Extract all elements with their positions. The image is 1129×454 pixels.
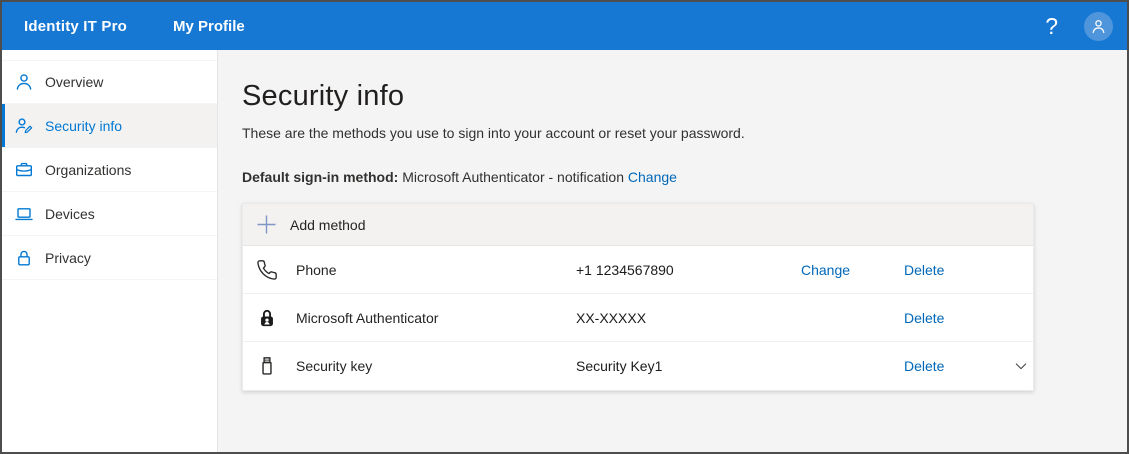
- topbar-right: ?: [1041, 11, 1113, 41]
- phone-delete-link[interactable]: Delete: [904, 262, 1009, 278]
- sidebar-item-security-info[interactable]: Security info: [2, 104, 217, 148]
- security-key-delete-link[interactable]: Delete: [904, 358, 1009, 374]
- method-row-authenticator: Microsoft Authenticator XX-XXXXX Delete: [243, 294, 1033, 342]
- method-name: Phone: [296, 261, 337, 278]
- sidebar-item-organizations[interactable]: Organizations: [2, 148, 217, 192]
- sidebar-item-label: Devices: [45, 205, 95, 222]
- phone-change-link[interactable]: Change: [801, 262, 904, 278]
- page-title: Security info: [242, 80, 405, 112]
- chevron-down-icon[interactable]: [1010, 355, 1032, 377]
- nav-my-profile[interactable]: My Profile: [173, 18, 245, 35]
- plus-icon: [256, 214, 277, 235]
- sidebar-item-overview[interactable]: Overview: [2, 60, 217, 104]
- page-subtitle: These are the methods you use to sign in…: [242, 125, 745, 141]
- default-signin-label: Default sign-in method:: [242, 169, 399, 185]
- help-icon[interactable]: ?: [1041, 13, 1062, 40]
- sidebar-item-label: Security info: [45, 117, 123, 134]
- account-avatar[interactable]: [1084, 11, 1113, 41]
- padlock-icon: [14, 248, 34, 268]
- sidebar-item-devices[interactable]: Devices: [2, 192, 217, 236]
- sidebar-item-label: Privacy: [45, 249, 91, 266]
- sidebar-item-privacy[interactable]: Privacy: [2, 236, 217, 280]
- methods-panel: Add method Phone +1 1234567890 Change De…: [242, 203, 1034, 391]
- method-detail: XX-XXXXX: [576, 309, 647, 326]
- sidebar-item-label: Organizations: [45, 161, 132, 178]
- sidebar-item-label: Overview: [45, 74, 104, 90]
- main-content: Security info These are the methods you …: [218, 50, 1127, 452]
- method-name: Security key: [296, 358, 373, 374]
- app-window: Identity IT Pro My Profile ? Overview Se…: [0, 0, 1129, 454]
- method-detail: Security Key1: [576, 358, 663, 374]
- authenticator-lock-icon: [256, 307, 278, 329]
- add-method-button[interactable]: Add method: [243, 204, 1033, 246]
- laptop-icon: [14, 204, 34, 224]
- method-name: Microsoft Authenticator: [296, 309, 439, 326]
- phone-icon: [256, 259, 278, 281]
- person-icon: [14, 72, 34, 92]
- default-signin-change-link[interactable]: Change: [628, 169, 677, 185]
- briefcase-icon: [14, 160, 34, 180]
- default-signin-value: Microsoft Authenticator - notification: [402, 169, 624, 185]
- method-row-security-key: Security key Security Key1 Delete: [243, 342, 1033, 390]
- topbar: Identity IT Pro My Profile ?: [2, 2, 1127, 50]
- method-detail: +1 1234567890: [576, 261, 674, 278]
- authenticator-delete-link[interactable]: Delete: [904, 310, 1009, 326]
- add-method-label: Add method: [290, 216, 366, 233]
- default-signin-line: Default sign-in method: Microsoft Authen…: [242, 169, 1127, 185]
- person-avatar-icon: [1090, 18, 1107, 35]
- person-edit-icon: [14, 116, 34, 136]
- usb-security-key-icon: [256, 355, 278, 377]
- method-row-phone: Phone +1 1234567890 Change Delete: [243, 246, 1033, 294]
- sidebar: Overview Security info Organizations Dev…: [2, 50, 218, 452]
- brand-link[interactable]: Identity IT Pro: [24, 18, 127, 35]
